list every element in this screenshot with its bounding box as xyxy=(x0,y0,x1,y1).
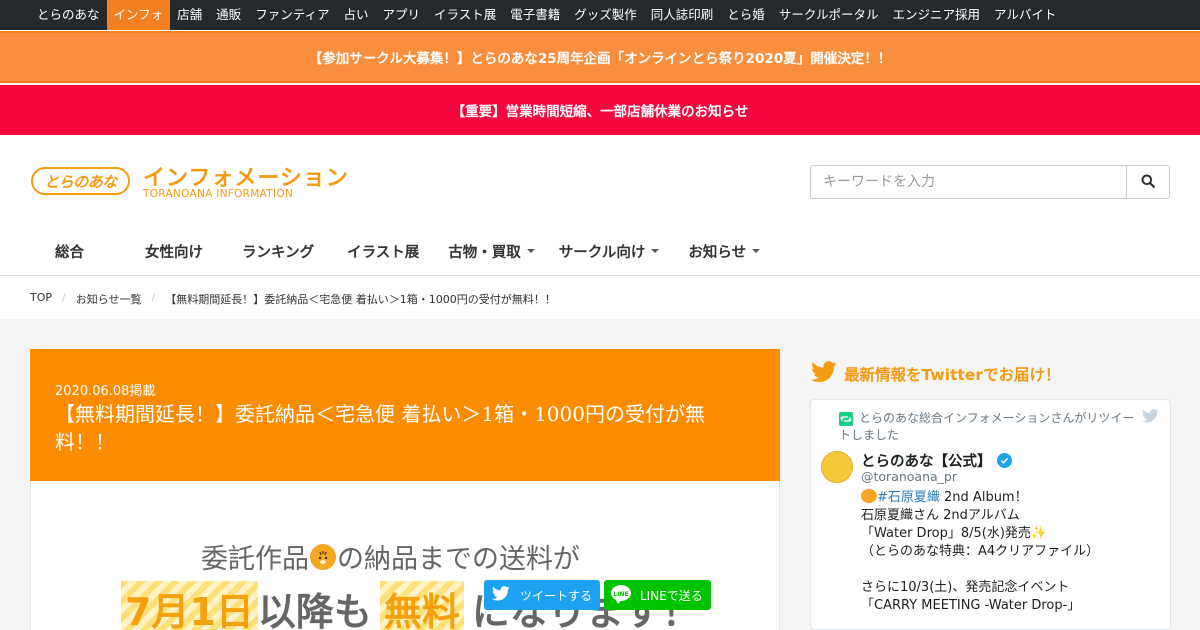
topnav-item-app[interactable]: アプリ xyxy=(375,0,427,30)
nav-item-illust-exhibit[interactable]: イラスト展 xyxy=(347,238,419,264)
tweet-author-handle[interactable]: @toranoana_pr xyxy=(861,469,957,484)
nav-item-label: イラスト展 xyxy=(347,244,420,261)
line-icon: LINE xyxy=(610,584,632,607)
search-icon xyxy=(1141,173,1155,192)
tweet-line1-rest: 2nd Album！ xyxy=(939,490,1028,505)
nav-item-label: 総合 xyxy=(55,244,84,261)
hero-line2-text-b: 以降も xyxy=(257,590,372,630)
breadcrumb-item-current: 【無料期間延長！】委託納品＜宅急便 着払い＞1箱・1000円の受付が無料！！ xyxy=(165,293,556,306)
hero-line1-text-a: 委託作品 xyxy=(201,544,309,575)
avatar[interactable] xyxy=(821,451,853,483)
hero-highlight-date: 7月1日 xyxy=(121,581,258,630)
announcement-banner-important[interactable]: 【重要】営業時間短縮、一部店舗休業のお知らせ xyxy=(0,85,1200,135)
nav-item-label: ランキング xyxy=(242,244,315,261)
tweet-share-button[interactable]: ツイートする xyxy=(484,580,600,610)
logo-text: とらのあな xyxy=(44,172,117,191)
article-date: 2020.06.08掲載 xyxy=(55,384,156,399)
sidebar-twitter-heading: 最新情報をTwitterでお届け！ xyxy=(811,361,1060,387)
nav-item-women[interactable]: 女性向け xyxy=(145,238,203,264)
tweet-share-label: ツイートする xyxy=(520,588,593,603)
tweet-text: #石原夏織 2nd Album！ 石原夏織さん 2ndアルバム 「Water D… xyxy=(861,489,1161,615)
nav-item-label: 女性向け xyxy=(145,244,203,261)
nav-item-label: 古物・買取 xyxy=(448,244,521,261)
caret-down-icon xyxy=(651,249,660,253)
topnav-item-ebook[interactable]: 電子書籍 xyxy=(503,0,567,30)
tweet-body-text: 石原夏織さん 2ndアルバム 「Water Drop」8/5(水)発売✨ （とら… xyxy=(861,508,1100,613)
topnav-item-parttime[interactable]: アルバイト xyxy=(987,0,1063,30)
caret-down-icon xyxy=(752,249,761,253)
line-share-button[interactable]: LINE LINEで送る xyxy=(604,580,711,610)
topnav-item-illust-exhibit[interactable]: イラスト展 xyxy=(427,0,503,30)
topnav-item-circle-portal[interactable]: サークルポータル xyxy=(772,0,886,30)
nav-item-news[interactable]: お知らせ xyxy=(688,238,761,264)
topnav-item-mailorder[interactable]: 通販 xyxy=(209,0,248,30)
nav-item-label: サークル向け xyxy=(558,244,646,261)
sidebar-heading-text: 最新情報をTwitterでお届け！ xyxy=(844,366,1061,384)
svg-text:LINE: LINE xyxy=(613,591,628,598)
line-share-label: LINEで送る xyxy=(640,588,703,603)
verified-icon xyxy=(996,453,1012,468)
announcement-banner-important-text: 【重要】営業時間短縮、一部店舗休業のお知らせ xyxy=(451,104,749,120)
site-subtitle: TORANOANA INFORMATION xyxy=(143,188,294,200)
nav-item-antiques[interactable]: 古物・買取 xyxy=(448,238,535,264)
breadcrumb-item-news-list[interactable]: お知らせ一覧 xyxy=(76,291,142,307)
nav-item-general[interactable]: 総合 xyxy=(55,238,84,264)
announcement-banner-circle[interactable]: 【参加サークル大募集！】とらのあな25周年企画「オンラインとら祭り2020夏」開… xyxy=(0,31,1200,83)
nav-item-ranking[interactable]: ランキング xyxy=(242,238,314,264)
breadcrumb: TOP / お知らせ一覧 / 【無料期間延長！】委託納品＜宅急便 着払い＞1箱・… xyxy=(30,291,556,307)
header-divider xyxy=(0,275,1200,276)
breadcrumb-separator: / xyxy=(151,291,156,304)
announcement-banner-circle-text: 【参加サークル大募集！】とらのあな25周年企画「オンラインとら祭り2020夏」開… xyxy=(308,51,892,67)
nav-item-circle[interactable]: サークル向け xyxy=(559,238,660,264)
twitter-timeline-embed[interactable]: とらのあな総合インフォメーションさんがリツイートしました とらのあな【公式】 @… xyxy=(810,399,1171,630)
tweet-hashtag-link[interactable]: #石原夏織 xyxy=(877,490,940,505)
retweet-notice: とらのあな総合インフォメーションさんがリツイートしました xyxy=(839,410,1139,444)
article-header: 2020.06.08掲載 【無料期間延長！】委託納品＜宅急便 着払い＞1箱・10… xyxy=(30,349,780,481)
main-nav: 総合 女性向け ランキング イラスト展 古物・買取 サークル向け お知らせ xyxy=(30,238,761,264)
topnav-item-fantia[interactable]: ファンティア xyxy=(248,0,336,30)
global-topnav: とらのあな インフォ 店舗 通販 ファンティア 占い アプリ イラスト展 電子書… xyxy=(0,0,1200,30)
breadcrumb-item-top[interactable]: TOP xyxy=(30,291,52,307)
toranoana-logo[interactable]: とらのあな xyxy=(31,167,130,195)
caret-down-icon xyxy=(526,249,535,253)
retweet-notice-text: とらのあな総合インフォメーションさんがリツイートしました xyxy=(839,411,1135,442)
topnav-item-fortune[interactable]: 占い xyxy=(336,0,375,30)
topnav-item-torakon[interactable]: とら婚 xyxy=(720,0,772,30)
nav-item-label: お知らせ xyxy=(688,244,747,261)
search-button[interactable] xyxy=(1126,165,1170,199)
topnav-item-store[interactable]: 店舗 xyxy=(170,0,209,30)
hero-image-line1: 委託作品 の納品までの送料が xyxy=(201,537,580,576)
topnav-item-engineer-recruit[interactable]: エンジニア採用 xyxy=(885,0,987,30)
tiger-emoji-icon xyxy=(861,489,877,503)
topnav-item-goods[interactable]: グッズ製作 xyxy=(567,0,644,30)
hero-line1-text-b: の納品までの送料が xyxy=(337,544,580,575)
twitter-bird-icon xyxy=(492,586,510,604)
twitter-bird-icon[interactable] xyxy=(1142,408,1159,427)
breadcrumb-separator: / xyxy=(62,291,66,304)
topnav-item-info[interactable]: インフォ xyxy=(106,0,171,30)
twitter-bird-icon xyxy=(811,361,837,387)
topnav-item-doujin-print[interactable]: 同人誌印刷 xyxy=(644,0,721,30)
tweet-author-name[interactable]: とらのあな【公式】 xyxy=(861,450,1012,471)
tiger-emoji-icon xyxy=(310,543,336,570)
hero-highlight-free: 無料 xyxy=(379,581,464,630)
article-title: 【無料期間延長！】委託納品＜宅急便 着払い＞1箱・1000円の受付が無料！！ xyxy=(55,402,705,454)
search-input[interactable] xyxy=(810,165,1127,199)
topnav-item-toranoana[interactable]: とらのあな xyxy=(30,0,107,30)
tweet-author-name-text: とらのあな【公式】 xyxy=(861,454,992,470)
